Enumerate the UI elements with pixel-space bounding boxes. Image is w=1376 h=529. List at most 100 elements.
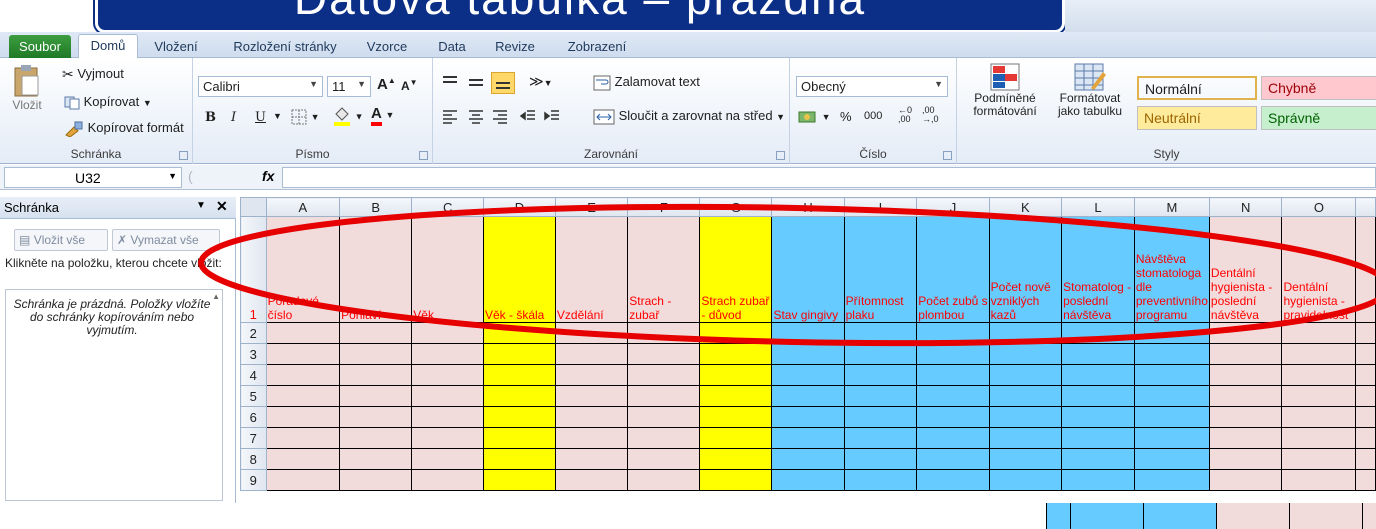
data-cell[interactable] [483, 343, 556, 365]
grow-font-button[interactable]: A▲ [377, 76, 396, 93]
row-header[interactable]: 4 [240, 364, 267, 386]
data-cell[interactable] [1355, 448, 1376, 470]
header-cell[interactable]: Věk - škála [483, 216, 556, 323]
data-cell[interactable] [627, 406, 701, 428]
data-cell[interactable] [265, 469, 341, 491]
data-cell[interactable] [699, 343, 773, 365]
row-header[interactable]: 1 [240, 216, 267, 323]
data-cell[interactable] [339, 364, 413, 386]
align-left-icon[interactable] [441, 108, 459, 127]
style-neutral[interactable]: Neutrální [1137, 106, 1257, 130]
data-cell[interactable] [265, 406, 341, 428]
data-cell[interactable] [916, 364, 990, 386]
data-cell[interactable] [1133, 364, 1210, 386]
data-cell[interactable] [1281, 385, 1357, 407]
data-cell[interactable] [1355, 469, 1376, 491]
font-name-dropdown[interactable]: Calibri ▼ [198, 76, 323, 97]
data-cell[interactable] [699, 406, 773, 428]
data-cell[interactable] [699, 427, 773, 449]
data-cell[interactable] [411, 364, 484, 386]
align-bottom-icon[interactable] [491, 72, 515, 94]
data-cell[interactable] [1281, 427, 1357, 449]
column-header-partial[interactable] [1355, 197, 1376, 217]
scroll-up-icon[interactable]: ▲ [212, 292, 220, 301]
data-cell[interactable] [916, 385, 990, 407]
data-cell[interactable] [1133, 385, 1210, 407]
conditional-formatting-button[interactable]: Podmíněné formátování [965, 62, 1045, 118]
data-cell[interactable] [554, 427, 629, 449]
tab-view[interactable]: Zobrazení [562, 36, 632, 58]
data-cell[interactable] [771, 427, 845, 449]
data-cell[interactable] [771, 385, 845, 407]
header-cell[interactable]: Dentální hygienista - poslední návštěva [1208, 216, 1283, 323]
data-cell[interactable] [1281, 343, 1357, 365]
paste-all-button[interactable]: ▤ Vložit vše [14, 229, 108, 251]
column-header[interactable]: M [1133, 197, 1210, 217]
align-middle-icon[interactable] [467, 74, 485, 93]
column-header[interactable]: B [339, 197, 413, 217]
font-size-dropdown[interactable]: 11 ▼ [327, 76, 371, 97]
data-cell[interactable] [1061, 427, 1135, 449]
data-cell[interactable] [483, 364, 556, 386]
data-cell[interactable] [339, 322, 413, 344]
column-header[interactable]: A [265, 197, 341, 217]
style-bad[interactable]: Chybně [1261, 76, 1376, 100]
data-cell[interactable] [411, 385, 484, 407]
data-cell[interactable] [411, 448, 484, 470]
column-header[interactable]: K [988, 197, 1063, 217]
data-cell[interactable] [339, 427, 413, 449]
data-cell[interactable] [1061, 364, 1135, 386]
borders-button[interactable]: ▼ [291, 108, 320, 125]
data-cell[interactable] [1281, 469, 1357, 491]
insert-function-button[interactable]: fx [262, 168, 274, 184]
header-cell[interactable]: Dentální hygienista - pravidelnost [1281, 216, 1357, 323]
data-cell[interactable] [916, 343, 990, 365]
column-header[interactable]: J [916, 197, 990, 217]
data-cell[interactable] [1061, 343, 1135, 365]
data-cell[interactable] [1133, 469, 1210, 491]
data-cell[interactable] [1061, 448, 1135, 470]
data-cell[interactable] [411, 406, 484, 428]
wrap-text-button[interactable]: Zalamovat text [593, 74, 700, 91]
data-cell[interactable] [1355, 343, 1376, 365]
data-cell[interactable] [1281, 406, 1357, 428]
data-cell[interactable] [699, 469, 773, 491]
data-cell[interactable] [411, 469, 484, 491]
data-cell[interactable] [843, 364, 918, 386]
data-cell[interactable] [627, 343, 701, 365]
shrink-font-button[interactable]: A▼ [401, 78, 418, 93]
data-cell[interactable] [1355, 406, 1376, 428]
data-cell[interactable] [1208, 406, 1283, 428]
dialog-launcher-icon[interactable] [943, 151, 952, 160]
underline-button[interactable]: U [255, 110, 266, 125]
tab-formulas[interactable]: Vzorce [362, 36, 412, 58]
data-cell[interactable] [627, 448, 701, 470]
data-cell[interactable] [1208, 469, 1283, 491]
percent-button[interactable]: % [840, 109, 852, 124]
data-cell[interactable] [411, 322, 484, 344]
header-cell[interactable]: Vzdělání [554, 216, 629, 323]
data-cell[interactable] [554, 343, 629, 365]
data-cell[interactable] [1281, 322, 1357, 344]
data-cell[interactable] [1208, 427, 1283, 449]
data-cell[interactable] [554, 322, 629, 344]
data-cell[interactable] [843, 406, 918, 428]
data-cell[interactable] [1061, 385, 1135, 407]
column-header[interactable]: F [627, 197, 701, 217]
data-cell[interactable] [1355, 427, 1376, 449]
header-cell[interactable]: Pořadové číslo [265, 216, 341, 323]
header-cell[interactable]: Strach zubař - důvod [699, 216, 773, 323]
data-cell[interactable] [265, 448, 341, 470]
data-cell[interactable] [1355, 216, 1376, 323]
data-cell[interactable] [627, 427, 701, 449]
data-cell[interactable] [843, 448, 918, 470]
column-header[interactable]: L [1061, 197, 1135, 217]
tab-page-layout[interactable]: Rozložení stránky [226, 36, 344, 58]
data-cell[interactable] [265, 322, 341, 344]
data-cell[interactable] [843, 469, 918, 491]
data-cell[interactable] [988, 322, 1063, 344]
data-cell[interactable] [843, 343, 918, 365]
data-cell[interactable] [771, 469, 845, 491]
data-cell[interactable] [1208, 385, 1283, 407]
data-cell[interactable] [916, 469, 990, 491]
